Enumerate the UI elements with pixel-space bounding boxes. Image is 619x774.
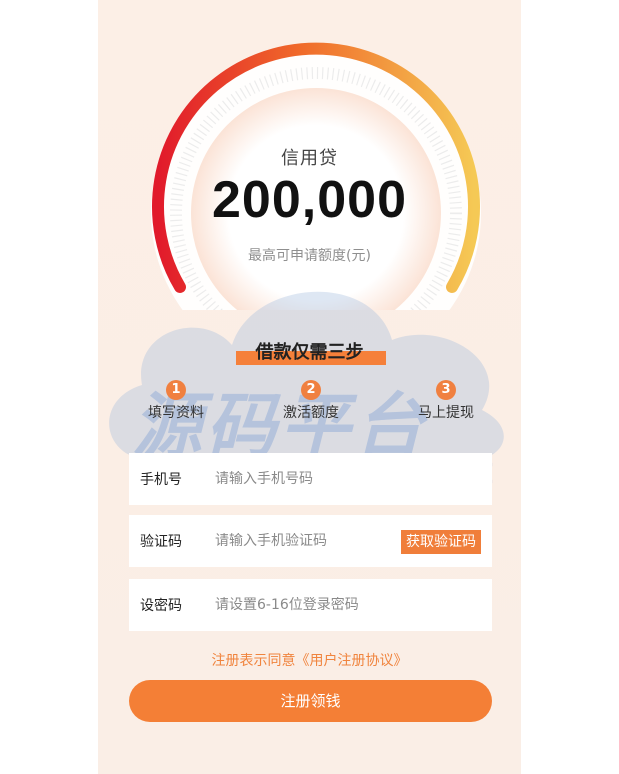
step-3: 3 马上提现 [391, 378, 501, 422]
step-label: 激活额度 [283, 405, 339, 421]
step-number-icon: 1 [166, 380, 186, 400]
credit-amount: 200,000 [212, 171, 407, 229]
gauge-subtitle: 最高可申请额度(元) [248, 248, 371, 264]
register-button[interactable]: 注册领钱 [129, 680, 492, 722]
password-row: 设密码 [129, 579, 492, 631]
phone-row: 手机号 [129, 453, 492, 505]
gauge-title: 信用贷 [281, 148, 338, 169]
code-row: 验证码 获取验证码 [129, 515, 492, 567]
phone-input[interactable] [215, 471, 492, 487]
step-2: 2 激活额度 [256, 378, 366, 422]
agreement-link[interactable]: 注册表示同意《用户注册协议》 [0, 650, 619, 670]
step-number-icon: 3 [436, 380, 456, 400]
steps-title: 借款仅需三步 [255, 342, 364, 363]
get-code-button[interactable]: 获取验证码 [401, 530, 481, 554]
phone-label: 手机号 [140, 472, 182, 488]
step-1: 1 填写资料 [121, 378, 231, 422]
code-label: 验证码 [140, 534, 182, 550]
step-number-icon: 2 [301, 380, 321, 400]
step-label: 填写资料 [148, 405, 204, 421]
password-label: 设密码 [140, 598, 182, 614]
password-input[interactable] [215, 597, 492, 613]
step-label: 马上提现 [418, 405, 474, 421]
